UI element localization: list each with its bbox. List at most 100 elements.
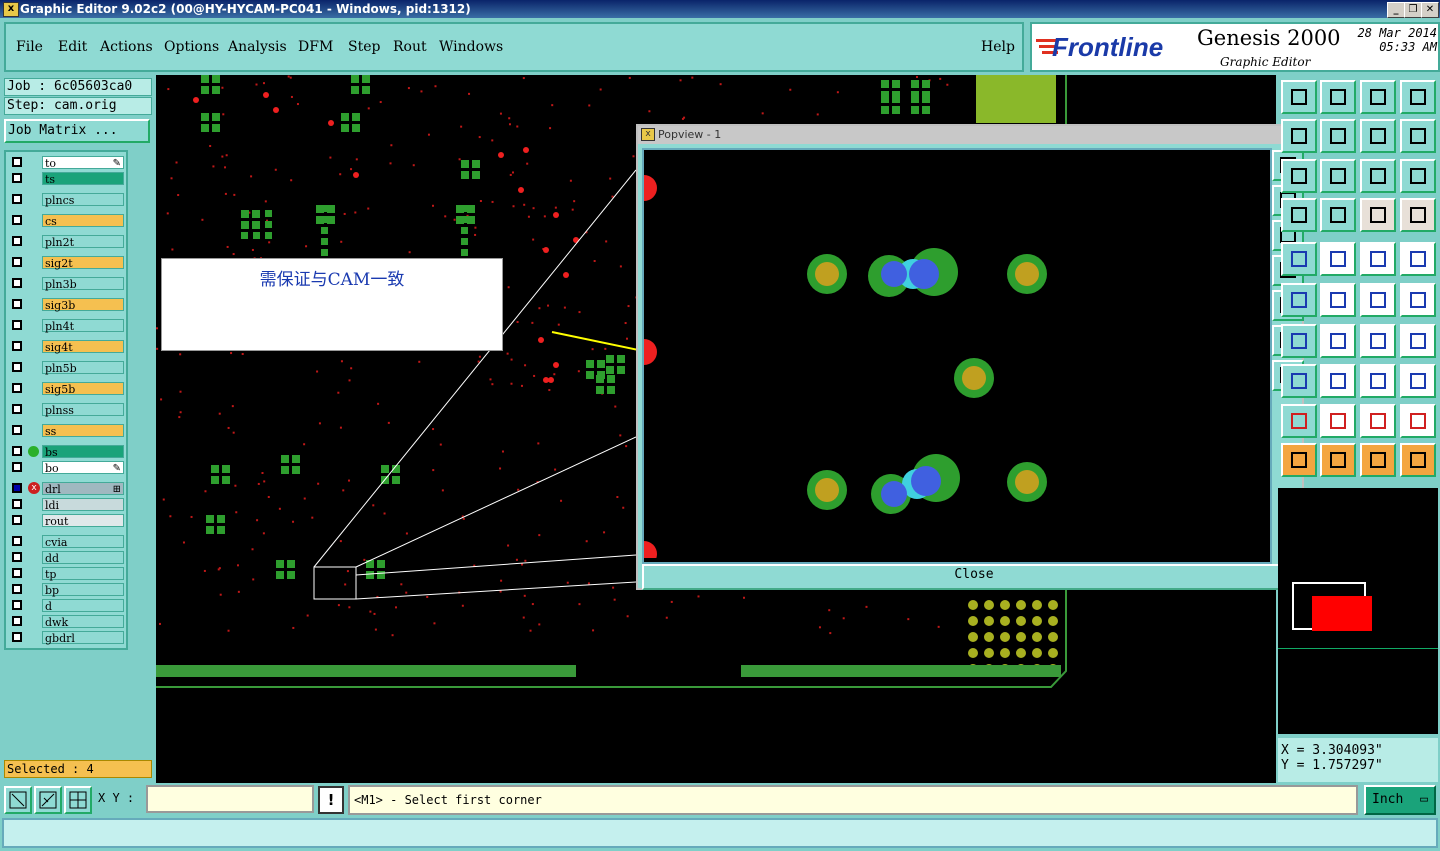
tool-text-button[interactable] — [1281, 404, 1317, 438]
layer-name[interactable]: cs — [42, 214, 124, 228]
tool-line-button[interactable] — [1281, 324, 1317, 358]
layer-name[interactable]: drl ⊞ — [42, 482, 124, 496]
layer-row-dd[interactable]: dd — [8, 551, 126, 565]
layer-checkbox[interactable] — [12, 425, 22, 435]
layer-row-to[interactable]: to ✎ — [8, 156, 126, 170]
layer-checkbox[interactable] — [12, 600, 22, 610]
tool-cross-button[interactable] — [1320, 283, 1356, 317]
alert-button[interactable]: ! — [318, 786, 344, 814]
zoom-area-button[interactable] — [4, 786, 32, 814]
minimize-button[interactable]: _ — [1387, 2, 1405, 18]
layer-row-ldi[interactable]: ldi — [8, 498, 126, 512]
tool-shape-button[interactable] — [1320, 242, 1356, 276]
tool-pad-button[interactable] — [1400, 242, 1436, 276]
layer-name[interactable]: bo ✎ — [42, 461, 124, 475]
tool-upload-button[interactable] — [1281, 80, 1317, 114]
layer-row-drl[interactable]: x drl ⊞ — [8, 482, 126, 496]
layer-checkbox[interactable] — [12, 632, 22, 642]
layer-checkbox[interactable] — [12, 157, 22, 167]
xy-input[interactable] — [146, 785, 314, 813]
layer-checkbox[interactable] — [12, 446, 22, 456]
layer-checkbox[interactable] — [12, 362, 22, 372]
layer-name[interactable]: ss — [42, 424, 124, 438]
menu-analysis[interactable]: Analysis — [228, 39, 287, 55]
layer-checkbox[interactable] — [12, 499, 22, 509]
layer-row-sig5b[interactable]: sig5b — [8, 382, 126, 396]
menu-windows[interactable]: Windows — [439, 39, 503, 55]
tool-delete-button[interactable] — [1281, 283, 1317, 317]
layer-checkbox[interactable] — [12, 341, 22, 351]
tool-line-button[interactable] — [1320, 364, 1356, 398]
layer-row-pln3b[interactable]: pln3b — [8, 277, 126, 291]
tool-arrow-button[interactable] — [1281, 364, 1317, 398]
layer-name[interactable]: dd — [42, 551, 124, 565]
layer-name[interactable]: cvia — [42, 535, 124, 549]
layer-checkbox[interactable] — [12, 236, 22, 246]
layer-checkbox[interactable] — [12, 584, 22, 594]
menu-step[interactable]: Step — [348, 39, 380, 55]
layer-checkbox[interactable] — [12, 404, 22, 414]
layer-name[interactable]: d — [42, 599, 124, 613]
layer-checkbox[interactable] — [12, 278, 22, 288]
tool-triangle-button[interactable] — [1360, 404, 1396, 438]
menu-options[interactable]: Options — [164, 39, 219, 55]
layer-checkbox[interactable] — [12, 552, 22, 562]
tool-select-button[interactable] — [1320, 443, 1356, 477]
tool-layers-button[interactable] — [1400, 198, 1436, 232]
tool-window-button[interactable] — [1400, 80, 1436, 114]
layer-checkbox[interactable] — [12, 616, 22, 626]
tool-pointer-button[interactable] — [1281, 242, 1317, 276]
close-window-button[interactable]: ✕ — [1421, 2, 1439, 18]
layer-row-sig3b[interactable]: sig3b — [8, 298, 126, 312]
tool-layers-button[interactable] — [1360, 198, 1396, 232]
menu-actions[interactable]: Actions — [100, 39, 153, 55]
layer-name[interactable]: plnss — [42, 403, 124, 417]
layer-row-d[interactable]: d — [8, 599, 126, 613]
layer-name[interactable]: sig5b — [42, 382, 124, 396]
tool-grid-button[interactable] — [1281, 198, 1317, 232]
overview-panel[interactable] — [1278, 488, 1438, 734]
popview-canvas[interactable] — [631, 148, 1272, 567]
layer-name[interactable]: plncs — [42, 193, 124, 207]
popview-titlebar[interactable]: x Popview - 1 ✕ — [638, 126, 1302, 144]
tool-select-button[interactable] — [1360, 443, 1396, 477]
layer-row-plnss[interactable]: plnss — [8, 403, 126, 417]
layer-row-bp[interactable]: bp — [8, 583, 126, 597]
tool-sync-button[interactable] — [1400, 119, 1436, 153]
layer-name[interactable]: pln3b — [42, 277, 124, 291]
tool-fit-button[interactable] — [1281, 119, 1317, 153]
layer-name[interactable]: dwk — [42, 615, 124, 629]
tool-connect-button[interactable] — [1360, 283, 1396, 317]
layer-checkbox[interactable] — [12, 173, 22, 183]
layer-name[interactable]: pln2t — [42, 235, 124, 249]
layer-checkbox[interactable] — [12, 257, 22, 267]
layer-row-sig4t[interactable]: sig4t — [8, 340, 126, 354]
measure-button[interactable] — [34, 786, 62, 814]
layer-name[interactable]: sig3b — [42, 298, 124, 312]
layer-name[interactable]: bs — [42, 445, 124, 459]
tool-grid-button[interactable] — [1281, 159, 1317, 193]
menu-edit[interactable]: Edit — [58, 39, 87, 55]
layer-row-ss[interactable]: ss — [8, 424, 126, 438]
layer-row-bo[interactable]: bo ✎ — [8, 461, 126, 475]
layer-row-pln4t[interactable]: pln4t — [8, 319, 126, 333]
layer-checkbox[interactable] — [12, 483, 22, 493]
title-bar[interactable]: x Graphic Editor 9.02c2 (00@HY-HYCAM-PC0… — [0, 0, 1440, 18]
menu-rout[interactable]: Rout — [393, 39, 427, 55]
layer-row-pln5b[interactable]: pln5b — [8, 361, 126, 375]
job-matrix-button[interactable]: Job Matrix ... — [4, 119, 150, 143]
layer-row-ts[interactable]: ts — [8, 172, 126, 186]
tool-grid-button[interactable] — [1320, 198, 1356, 232]
layer-name[interactable]: sig2t — [42, 256, 124, 270]
menu-file[interactable]: File — [16, 39, 43, 55]
layer-name[interactable]: tp — [42, 567, 124, 581]
layer-name[interactable]: pln5b — [42, 361, 124, 375]
layer-checkbox[interactable] — [12, 536, 22, 546]
overview-view-rect[interactable] — [1312, 596, 1372, 631]
tool-download-button[interactable] — [1320, 80, 1356, 114]
tool-scale-button[interactable] — [1360, 159, 1396, 193]
layer-name[interactable]: to ✎ — [42, 156, 124, 170]
layer-checkbox[interactable] — [12, 515, 22, 525]
layer-row-gbdrl[interactable]: gbdrl — [8, 631, 126, 645]
tool-shape-button[interactable] — [1400, 364, 1436, 398]
